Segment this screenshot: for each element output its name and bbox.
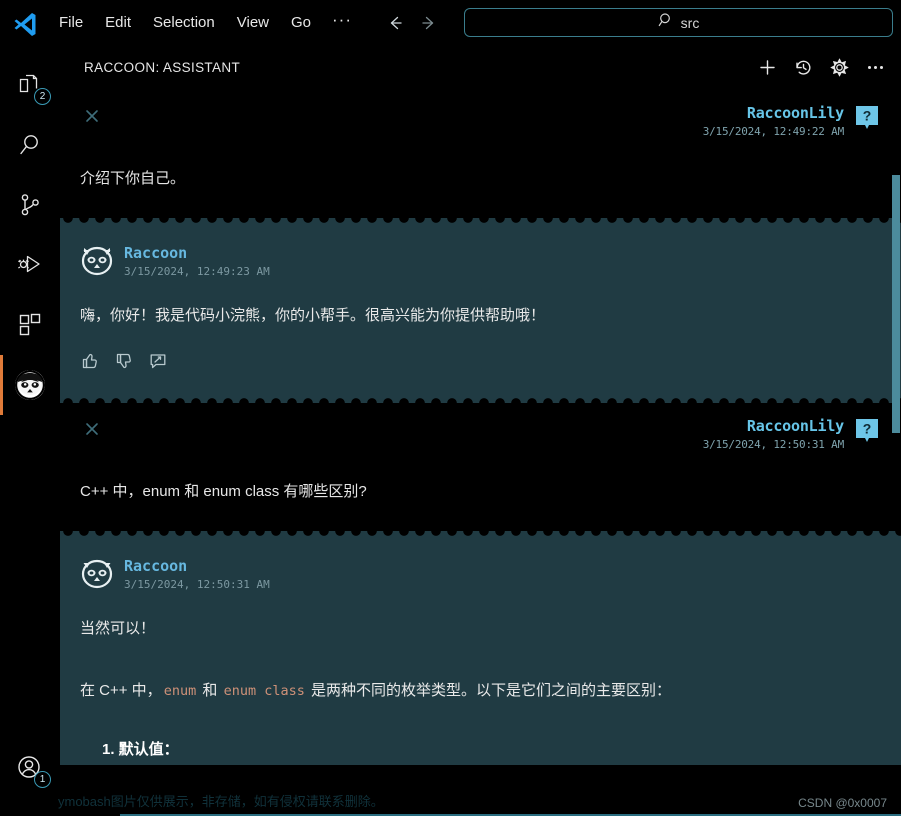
page-title: RACCOON: ASSISTANT — [84, 59, 241, 75]
activity-bar: 2 1 — [0, 45, 60, 816]
panel-actions — [757, 57, 885, 77]
user-name: RaccoonLily — [746, 417, 844, 436]
avatar: ? — [853, 104, 881, 132]
title-bar: File Edit Selection View Go ··· src — [0, 0, 901, 45]
assistant-paragraph: 当然可以！ — [80, 620, 156, 638]
sidebar-item-explorer[interactable]: 2 — [0, 55, 60, 115]
scrollbar-thumb[interactable] — [892, 175, 900, 433]
assistant-message-header: Raccoon 3/15/2024, 12:49:23 AM — [80, 234, 881, 278]
user-message-text: C++ 中，enum 和 enum class 有哪些区别? — [80, 483, 367, 501]
chat-messages: RaccoonLily 3/15/2024, 12:49:22 AM ? 介绍下… — [60, 90, 901, 765]
panel-header: RACCOON: ASSISTANT — [60, 45, 901, 90]
account-badge: 1 — [34, 771, 51, 788]
search-input[interactable]: src — [464, 8, 893, 37]
scallop-divider-bottom — [60, 393, 901, 404]
raccoon-assistant-panel: RACCOON: ASSISTANT RaccoonLily 3/15/2024… — [60, 45, 901, 816]
navigation-arrows — [384, 12, 440, 34]
sidebar-item-run-debug[interactable] — [0, 235, 60, 295]
plus-icon[interactable] — [757, 57, 777, 77]
scallop-divider-top — [60, 218, 901, 228]
timestamp: 3/15/2024, 12:50:31 AM — [702, 438, 844, 452]
user-meta: RaccoonLily 3/15/2024, 12:49:22 AM ? — [703, 104, 881, 138]
list-item: 1. 默认值： — [102, 740, 179, 758]
arrow-right-icon[interactable] — [418, 12, 440, 34]
sidebar-item-raccoon[interactable] — [0, 355, 60, 415]
thumbs-up-icon[interactable] — [80, 351, 100, 371]
explorer-badge: 2 — [34, 88, 51, 105]
paragraph-text-b: 和 — [202, 681, 218, 699]
chat-message-user: RaccoonLily 3/15/2024, 12:50:31 AM ? C++… — [60, 403, 901, 532]
user-message-header: RaccoonLily 3/15/2024, 12:50:31 AM ? — [80, 417, 881, 451]
timestamp: 3/15/2024, 12:50:31 AM — [124, 578, 270, 592]
sidebar-item-search[interactable] — [0, 115, 60, 175]
history-icon[interactable] — [793, 57, 813, 77]
user-message-text: 介绍下你自己。 — [80, 170, 186, 187]
menu-view[interactable]: View — [226, 10, 280, 35]
inline-code-enum: enum — [163, 682, 197, 699]
gear-icon[interactable] — [829, 57, 849, 77]
scrollbar-track[interactable] — [891, 90, 901, 816]
raccoon-avatar-icon — [80, 557, 114, 591]
user-message-header: RaccoonLily 3/15/2024, 12:49:22 AM ? — [80, 104, 881, 138]
chat-message-assistant: Raccoon 3/15/2024, 12:49:23 AM 嗨，你好！我是代码… — [60, 218, 901, 404]
account-icon[interactable]: 1 — [0, 738, 60, 798]
menu-file[interactable]: File — [48, 10, 94, 35]
vscode-window: File Edit Selection View Go ··· src 2 1 … — [0, 0, 901, 816]
assistant-message-body: 当然可以！ 在 C++ 中， enum 和 enum class 是两种不同的枚举… — [80, 617, 881, 761]
user-name: RaccoonLily — [746, 104, 844, 122]
search-icon — [658, 12, 674, 33]
assistant-name: Raccoon — [124, 557, 188, 576]
assistant-message-header: Raccoon 3/15/2024, 12:50:31 AM — [80, 547, 881, 591]
feedback-actions — [80, 351, 881, 371]
workbench-body: 2 1 RACCOON: ASSISTANT RaccoonLily 3/15/… — [0, 45, 901, 816]
paragraph-text-c: 是两种不同的枚举类型。以下是它们之间的主要区别： — [311, 681, 672, 699]
timestamp: 3/15/2024, 12:49:23 AM — [124, 265, 270, 278]
menu-edit[interactable]: Edit — [94, 10, 142, 35]
chat-message-user: RaccoonLily 3/15/2024, 12:49:22 AM ? 介绍下… — [60, 90, 901, 218]
assistant-name: Raccoon — [124, 244, 188, 262]
menu-bar: File Edit Selection View Go ··· — [48, 8, 362, 38]
close-icon[interactable] — [80, 104, 104, 128]
sidebar-item-source-control[interactable] — [0, 175, 60, 235]
timestamp: 3/15/2024, 12:49:22 AM — [702, 125, 844, 138]
search-value: src — [680, 14, 700, 31]
user-meta: RaccoonLily 3/15/2024, 12:50:31 AM ? — [703, 417, 881, 451]
assistant-message-body: 嗨，你好！我是代码小浣熊，你的小帮手。很高兴能为你提供帮助哦！ — [80, 304, 881, 327]
assistant-paragraph: 在 C++ 中， enum 和 enum class 是两种不同的枚举类型。以下是… — [80, 679, 881, 702]
chat-scroll-area[interactable]: RaccoonLily 3/15/2024, 12:49:22 AM ? 介绍下… — [60, 90, 901, 816]
arrow-left-icon[interactable] — [384, 12, 406, 34]
thumbs-down-icon[interactable] — [114, 351, 134, 371]
menu-selection[interactable]: Selection — [142, 10, 226, 35]
assistant-paragraph: 嗨，你好！我是代码小浣熊，你的小帮手。很高兴能为你提供帮助哦！ — [80, 307, 546, 324]
svg-text:?: ? — [863, 421, 872, 437]
comment-edit-icon[interactable] — [148, 351, 168, 371]
ellipsis-icon[interactable] — [865, 57, 885, 77]
inline-code-enum-class: enum class — [223, 682, 305, 699]
avatar: ? — [853, 417, 881, 445]
scallop-divider-top — [60, 531, 901, 542]
menu-overflow-icon[interactable]: ··· — [322, 8, 362, 38]
close-icon[interactable] — [80, 417, 104, 441]
raccoon-avatar-icon — [80, 244, 114, 278]
svg-text:?: ? — [863, 108, 872, 124]
menu-go[interactable]: Go — [280, 10, 322, 35]
sidebar-item-extensions[interactable] — [0, 295, 60, 355]
chat-message-assistant: Raccoon 3/15/2024, 12:50:31 AM 当然可以！ 在 C… — [60, 531, 901, 765]
paragraph-text-a: 在 C++ 中， — [80, 681, 162, 699]
vscode-logo-icon — [8, 6, 42, 40]
